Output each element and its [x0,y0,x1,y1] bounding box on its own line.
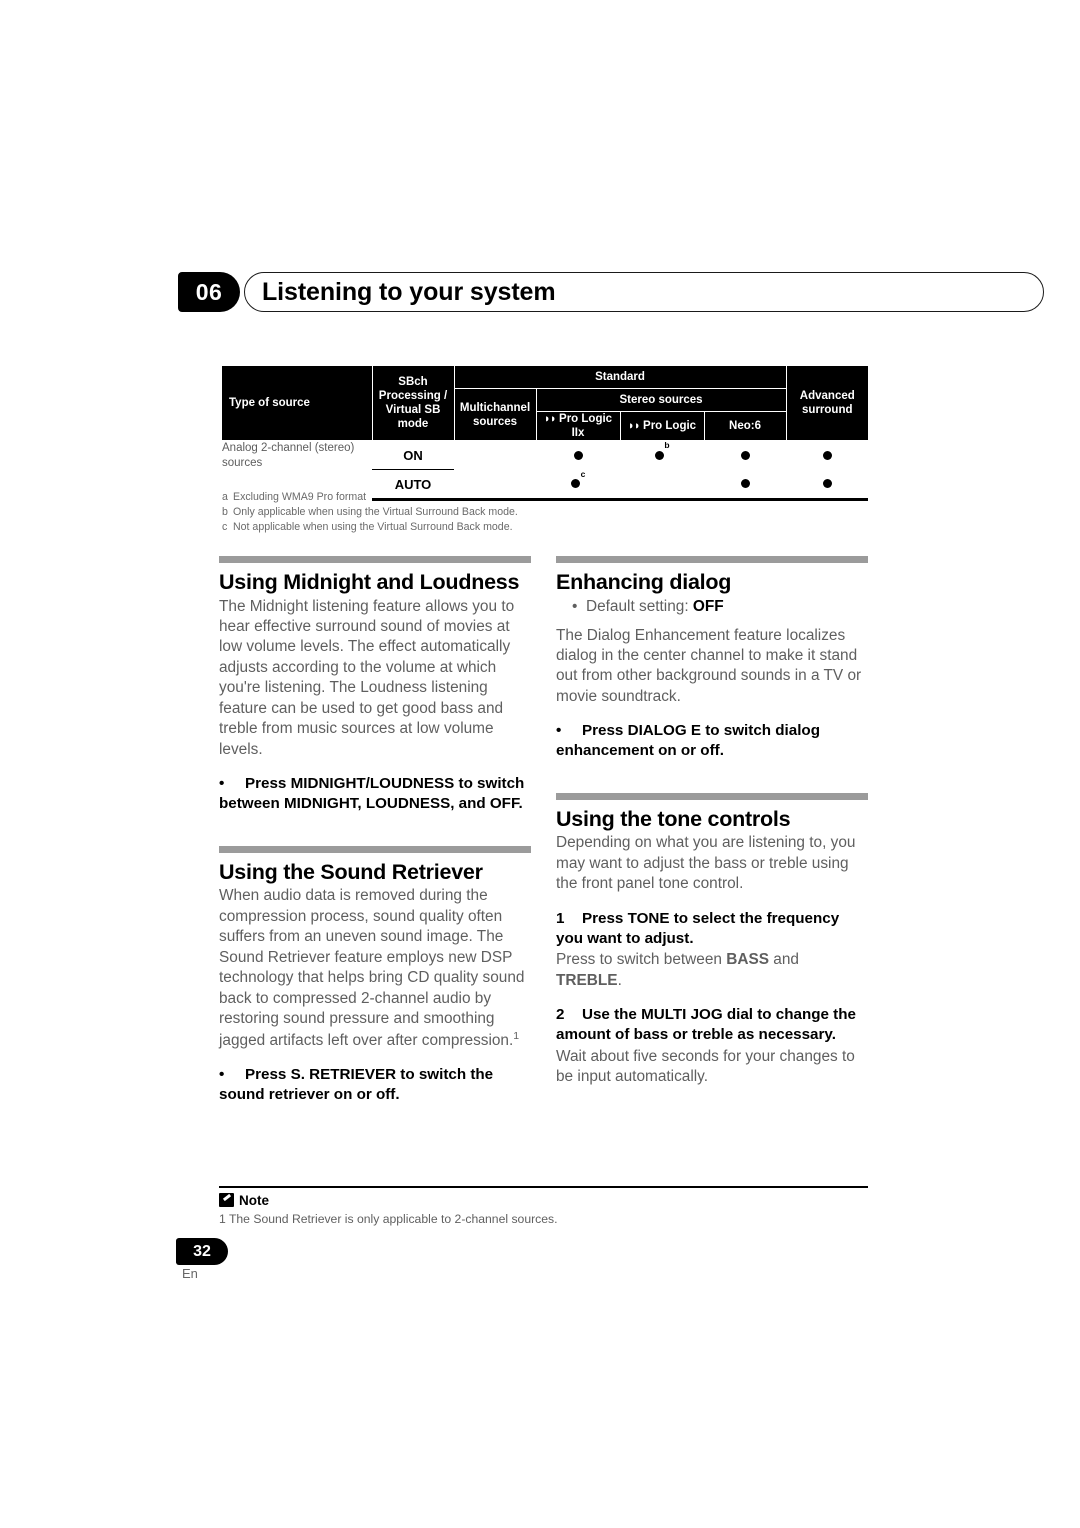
section-divider-bar [556,556,868,563]
cell-mode-on: ON [403,447,423,463]
table-footnotes: a Excluding WMA9 Pro format b Only applica… [222,490,822,535]
bullet-marker: • [219,775,225,793]
cell-on-pro-logic: b [620,441,704,470]
footnote-mark-a: a [222,491,228,503]
default-setting-label: Default setting: [585,597,689,615]
footnote-ref-c: c [580,468,586,479]
step-2-tone-controls: 2 Use the MULTI JOG dial to change the am… [556,1005,868,1045]
document-page: 06 Listening to your system Type of sour… [0,0,1080,1528]
pencil-icon [219,1193,234,1207]
step-2-text: Use the MULTI JOG dial to change the amo… [556,1006,856,1044]
section-divider-bar [556,792,868,800]
note-heading: Note [219,1193,269,1208]
table-row: Analog 2-channel (stereo) sources ON b [222,441,868,470]
section-divider-bar [219,845,531,853]
table-footnote-b: b Only applicable when using the Virtual … [222,505,822,520]
bullet-dot [741,447,750,462]
section-heading-enhancing-dialog: Enhancing dialog [556,570,732,594]
th-neo6: Neo:6 [703,410,787,442]
th-pro-logic-label: Pro Logic [643,420,697,432]
bullet-marker: • [219,1066,225,1084]
section-divider-bar [219,556,531,563]
step-2-detail: Wait about five seconds for your changes… [556,1047,855,1086]
footnote-mark-b: b [222,506,228,519]
step-number-2: 2 [556,1006,565,1024]
step-1-detail: Press to switch between BASS and TREBLE. [556,950,868,991]
page-language-label: En [182,1266,198,1281]
footnote-ref-b: b [664,440,670,451]
bullet-dot [741,476,750,491]
table-footnote-a: a Excluding WMA9 Pro format [222,490,822,505]
bullet-dot [574,447,583,462]
surround-mode-table: Type of source SBch Processing / Virtual… [222,366,869,502]
treble-label: TREBLE [556,971,618,989]
bullet-dot: b [655,441,669,462]
page-title: Listening to your system [262,278,556,306]
th-standard: Standard [453,366,787,389]
bullet-dot [823,447,832,462]
section-body-tone-controls: Depending on what you are listening to, … [556,834,856,893]
step-1-detail-mid: and [773,951,799,969]
page-number-badge: 32 [176,1238,228,1265]
th-multichannel-sources: Multichannel sources [453,387,537,442]
dolby-symbol-icon: ◗◗ [543,413,557,425]
note-heading-label: Note [239,1193,269,1208]
cell-on-advanced [786,441,868,470]
dolby-symbol-icon: ◗◗ [627,420,641,432]
section-body-text: When audio data is removed during the co… [219,887,525,1049]
th-pro-logic-iix: ◗◗ Pro Logic IIx [535,410,621,442]
section-heading-midnight: Using Midnight and Loudness [219,570,520,594]
footnote-text-a: Excluding WMA9 Pro format [233,491,367,503]
note-text: 1 The Sound Retriever is only applicable… [219,1212,558,1226]
cell-on-multichannel [454,441,536,470]
note-separator-rule [219,1186,868,1189]
running-header: 06 Listening to your system [178,272,1044,314]
th-type-of-source: Type of source [222,366,373,442]
th-pro-logic-iix-label: Pro Logic IIx [559,413,613,440]
footnote-text-b: Only applicable when using the Virtual S… [233,506,518,519]
th-sbch-mode: SBch Processing / Virtual SB mode [371,366,455,442]
default-setting-line: • Default setting: OFF [572,597,724,615]
instruction-enhancing-dialog: • Press DIALOG E to switch dialog enhance… [556,721,868,761]
bullet-dot [823,476,832,491]
footnote-text-c: Not applicable when using the Virtual Su… [233,521,513,534]
section-heading-sound-retriever: Using the Sound Retriever [219,859,483,884]
th-advanced-surround: Advanced surround [785,366,869,442]
bass-label: BASS [726,951,769,969]
step-1-text: Press TONE to select the frequency you w… [556,909,840,947]
step-1-tone-controls: 1 Press TONE to select the frequency you … [556,909,868,949]
section-body-midnight: The Midnight listening feature allows yo… [219,597,515,758]
chapter-number-badge: 06 [178,272,240,312]
instruction-text: Press DIALOG E to switch dialog enhancem… [556,722,820,760]
right-column: Enhancing dialog • Default setting: OFF … [556,556,868,1102]
step-1-detail-pre: Press to switch between [556,951,722,969]
left-column: Using Midnight and Loudness The Midnight… [219,556,531,1121]
th-stereo-sources: Stereo sources [535,388,787,412]
cell-on-pro-logic-iix [536,441,620,470]
bullet-dot: c [571,470,586,491]
th-pro-logic: ◗◗ Pro Logic [619,410,705,442]
instruction-text: Press S. RETRIEVER to switch the sound r… [219,1066,494,1104]
table-footnote-c: c Not applicable when using the Virtual S… [222,520,822,535]
footnote-ref-1: 1 [513,1029,520,1042]
default-setting-value: OFF [692,597,724,615]
section-heading-tone-controls: Using the tone controls [556,806,791,831]
instruction-sound-retriever: • Press S. RETRIEVER to switch the sound … [219,1065,531,1105]
section-body-sound-retriever: When audio data is removed during the co… [219,886,531,1051]
section-body-enhancing-dialog: The Dialog Enhancement feature localizes… [556,626,862,705]
instruction-text: Press MIDNIGHT/LOUDNESS to switch betwee… [219,775,525,813]
cell-on-neo6 [704,441,786,470]
footnote-mark-c: c [222,521,228,534]
instruction-midnight: • Press MIDNIGHT/LOUDNESS to switch betwe… [219,774,531,814]
bullet-marker: • [556,722,562,740]
step-1-detail-post: . [617,971,622,989]
step-number-1: 1 [556,909,565,927]
